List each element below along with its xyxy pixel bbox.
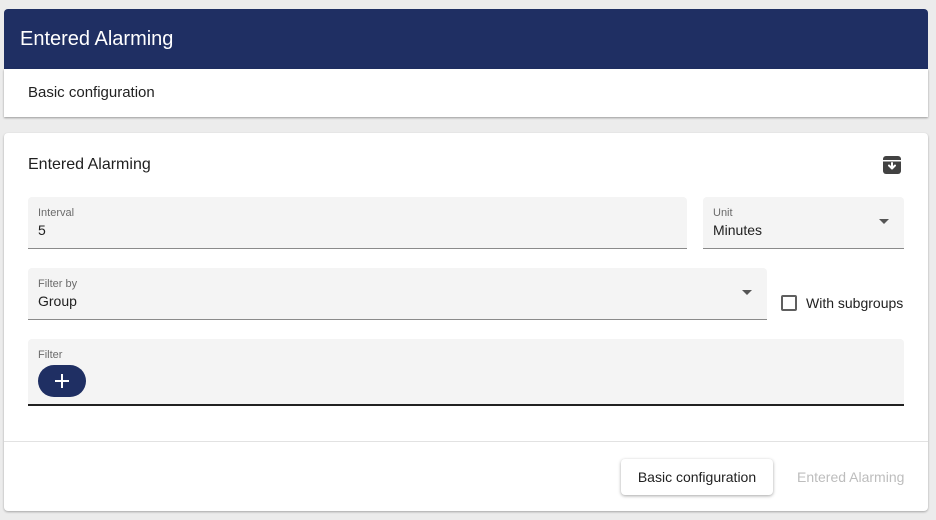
- filter-field: Filter: [28, 339, 904, 406]
- interval-value[interactable]: 5: [38, 222, 46, 238]
- app-header: Entered Alarming: [4, 9, 928, 69]
- filter-by-label: Filter by: [38, 278, 78, 290]
- section-title: Entered Alarming: [28, 156, 151, 173]
- add-filter-button[interactable]: [38, 365, 86, 397]
- caret-down-icon[interactable]: [742, 290, 752, 295]
- header-title: Entered Alarming: [20, 28, 174, 50]
- filter-by-select[interactable]: Filter by Group: [28, 268, 767, 320]
- unit-select[interactable]: Unit Minutes: [703, 197, 904, 249]
- basic-configuration-button[interactable]: Basic configuration: [621, 459, 773, 495]
- footer-divider: [4, 441, 928, 442]
- basic-configuration-card[interactable]: Basic configuration: [4, 69, 928, 117]
- plus-icon: [55, 374, 69, 388]
- interval-field[interactable]: Interval 5: [28, 197, 687, 249]
- caret-down-icon[interactable]: [879, 219, 889, 224]
- unit-label: Unit: [713, 207, 733, 219]
- filter-by-value: Group: [38, 293, 77, 309]
- with-subgroups-checkbox[interactable]: With subgroups: [781, 293, 903, 313]
- archive-download-icon[interactable]: [882, 155, 902, 175]
- entered-alarming-card: Entered Alarming Interval 5 Unit Minutes…: [4, 133, 928, 511]
- unit-value: Minutes: [713, 222, 763, 238]
- filter-label: Filter: [38, 349, 63, 361]
- basic-configuration-label: Basic configuration: [28, 84, 155, 101]
- interval-label: Interval: [38, 207, 75, 219]
- with-subgroups-label: With subgroups: [806, 295, 904, 311]
- entered-alarming-button[interactable]: Entered Alarming: [797, 459, 904, 495]
- checkbox-icon[interactable]: [781, 295, 797, 311]
